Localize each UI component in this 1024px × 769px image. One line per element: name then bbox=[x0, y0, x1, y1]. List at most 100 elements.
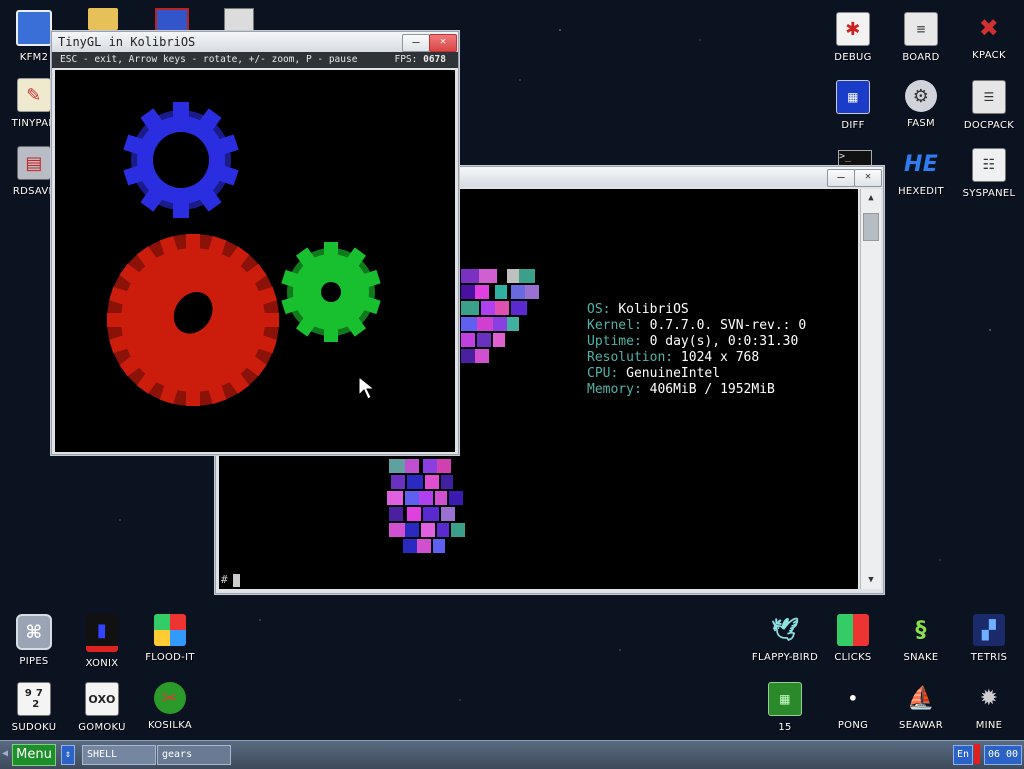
info-row-cpu: CPU: GenuineIntel bbox=[587, 366, 806, 382]
icon-label: SNAKE bbox=[903, 652, 939, 663]
icon-label: PONG bbox=[837, 720, 869, 731]
desktop-icon-clicks[interactable]: CLICKS bbox=[819, 614, 887, 663]
icon-label: GOMOKU bbox=[78, 722, 126, 733]
info-value: 406MiB / 1952MiB bbox=[649, 382, 775, 397]
scroll-thumb[interactable] bbox=[863, 213, 879, 241]
notepad-icon: ✎ bbox=[17, 78, 51, 112]
info-value: GenuineIntel bbox=[626, 366, 721, 381]
fps-label: FPS: bbox=[394, 54, 418, 65]
info-value: 1024 x 768 bbox=[680, 350, 760, 365]
icon-label: DIFF bbox=[841, 120, 865, 131]
icon-label: SYSPANEL bbox=[962, 188, 1016, 199]
blue-gear bbox=[123, 102, 239, 218]
fps-counter: FPS: 0678 bbox=[394, 52, 446, 68]
fps-value: 0678 bbox=[423, 54, 446, 65]
info-row-uptime: Uptime: 0 day(s), 0:0:31.30 bbox=[587, 334, 806, 350]
shell-close-button[interactable]: ✕ bbox=[854, 169, 882, 187]
desktop-icon-flood-it[interactable]: FLOOD-IT bbox=[136, 614, 204, 663]
desktop-icon-seawar[interactable]: ⛵ SEAWAR bbox=[887, 682, 955, 732]
icon-label: BOARD bbox=[902, 52, 940, 63]
desktop-icon-xonix[interactable]: ▮ XONIX bbox=[68, 614, 136, 669]
window-title: TinyGL in KolibriOS bbox=[58, 35, 196, 49]
desktop-icon-docpack[interactable]: ☰ DOCPACK bbox=[955, 80, 1023, 131]
desktop-icon-fasm[interactable]: ⚙ FASM bbox=[887, 80, 955, 129]
icon-label: TETRIS bbox=[970, 652, 1008, 663]
icon-label: FASM bbox=[907, 118, 935, 129]
info-value: 0 day(s), 0:0:31.30 bbox=[649, 334, 799, 349]
gears-titlebar[interactable]: TinyGL in KolibriOS – ✕ bbox=[52, 32, 458, 52]
desktop-icon-kpack[interactable]: ✖ KPACK bbox=[955, 12, 1023, 61]
info-key: Memory: bbox=[587, 382, 642, 397]
clicks-icon bbox=[837, 614, 869, 646]
task-switch-button[interactable]: ⇕ bbox=[61, 745, 75, 765]
gears-canvas[interactable] bbox=[55, 70, 455, 452]
icon-label: FLOOD-IT bbox=[145, 652, 195, 663]
shell-prompt[interactable]: # bbox=[221, 573, 240, 587]
system-info: OS: KolibriOS Kernel: 0.7.7.0. SVN-rev.:… bbox=[587, 302, 806, 398]
sliders-icon: ☷ bbox=[972, 148, 1006, 182]
desktop-icon-diff[interactable]: ▦ DIFF bbox=[819, 80, 887, 131]
floppy-icon bbox=[16, 10, 52, 46]
language-indicator[interactable]: En bbox=[953, 745, 973, 765]
shell-minimize-button[interactable]: – bbox=[827, 169, 855, 187]
task-gears[interactable]: gears bbox=[157, 745, 231, 765]
wrench-icon: ✖ bbox=[978, 14, 1000, 42]
folder-icon[interactable] bbox=[88, 8, 118, 30]
desktop-icon-gomoku[interactable]: OXO GOMOKU bbox=[68, 682, 136, 733]
help-text: ESC - exit, Arrow keys - rotate, +/- zoo… bbox=[60, 54, 358, 65]
desktop-icon-hexedit[interactable]: HE HEXEDIT bbox=[887, 148, 955, 198]
desktop-icon-debug[interactable]: ✱ DEBUG bbox=[819, 12, 887, 63]
mower-icon: ✂ bbox=[154, 682, 186, 714]
tetris-icon: ▞ bbox=[973, 614, 1005, 646]
gomoku-icon: OXO bbox=[85, 682, 119, 716]
gears-close-button[interactable]: ✕ bbox=[429, 34, 457, 52]
clock[interactable]: 06 00 bbox=[984, 745, 1022, 765]
menu-button[interactable]: Menu bbox=[12, 744, 56, 766]
task-shell[interactable]: SHELL bbox=[82, 745, 156, 765]
info-key: Resolution: bbox=[587, 350, 674, 365]
snake-icon: § bbox=[915, 617, 927, 643]
icon-label: XONIX bbox=[85, 658, 119, 669]
info-value: KolibriOS bbox=[618, 302, 689, 317]
desktop-icon-tetris[interactable]: ▞ TETRIS bbox=[955, 614, 1023, 663]
pipes-icon: ⌘ bbox=[16, 614, 52, 650]
ship-icon: ⛵ bbox=[907, 685, 935, 711]
icon-label: MINE bbox=[975, 720, 1003, 731]
red-gear bbox=[107, 234, 279, 406]
icon-label: 15 bbox=[778, 722, 792, 733]
mine-icon: ✹ bbox=[979, 685, 999, 711]
desktop-icon-syspanel[interactable]: ☷ SYSPANEL bbox=[955, 148, 1023, 199]
taskbar: ◀ Menu ⇕ SHELL gears En 06 00 bbox=[0, 740, 1024, 769]
info-row-memory: Memory: 406MiB / 1952MiB bbox=[587, 382, 806, 398]
shell-scrollbar[interactable]: ▲ ▼ bbox=[860, 189, 881, 589]
desktop-icon-15[interactable]: ▦ 15 bbox=[751, 682, 819, 733]
desktop-icon-flappy-bird[interactable]: 🕊 FLAPPY-BIRD bbox=[751, 614, 819, 664]
info-key: Uptime: bbox=[587, 334, 642, 349]
info-row-os: OS: KolibriOS bbox=[587, 302, 806, 318]
ramdisk-icon: ▤ bbox=[17, 146, 51, 180]
desktop-icon-snake[interactable]: § SNAKE bbox=[887, 614, 955, 664]
desktop-icon-pipes[interactable]: ⌘ PIPES bbox=[0, 614, 68, 667]
gears-minimize-button[interactable]: – bbox=[402, 34, 430, 52]
desktop-icon-mine[interactable]: ✹ MINE bbox=[955, 682, 1023, 732]
taskbar-left-arrow[interactable]: ◀ bbox=[2, 748, 8, 759]
icon-label: SUDOKU bbox=[11, 722, 57, 733]
icon-label: CLICKS bbox=[834, 652, 872, 663]
scroll-up-button[interactable]: ▲ bbox=[861, 189, 881, 207]
desktop-icon-sudoku[interactable]: 9 7 2 SUDOKU bbox=[0, 682, 68, 733]
icon-label: FLAPPY-BIRD bbox=[751, 652, 819, 663]
desktop-icon-kosilka[interactable]: ✂ KOSILKA bbox=[136, 682, 204, 731]
info-value: 0.7.7.0. SVN-rev.: 0 bbox=[649, 318, 807, 333]
cursor bbox=[232, 573, 240, 587]
desktop-icon-pong[interactable]: • PONG bbox=[819, 682, 887, 732]
scroll-down-button[interactable]: ▼ bbox=[861, 571, 881, 589]
prompt-symbol: # bbox=[221, 573, 228, 586]
icon-label: SEAWAR bbox=[899, 720, 943, 731]
hex-icon: HE bbox=[903, 151, 939, 177]
xonix-icon: ▮ bbox=[86, 614, 118, 652]
cabinet-icon: ☰ bbox=[972, 80, 1006, 114]
bird-icon: 🕊 bbox=[770, 617, 800, 643]
desktop-icon-board[interactable]: ≡ BOARD bbox=[887, 12, 955, 63]
gears-window[interactable]: TinyGL in KolibriOS – ✕ ESC - exit, Arro… bbox=[51, 31, 459, 455]
icon-label: DOCPACK bbox=[963, 120, 1015, 131]
